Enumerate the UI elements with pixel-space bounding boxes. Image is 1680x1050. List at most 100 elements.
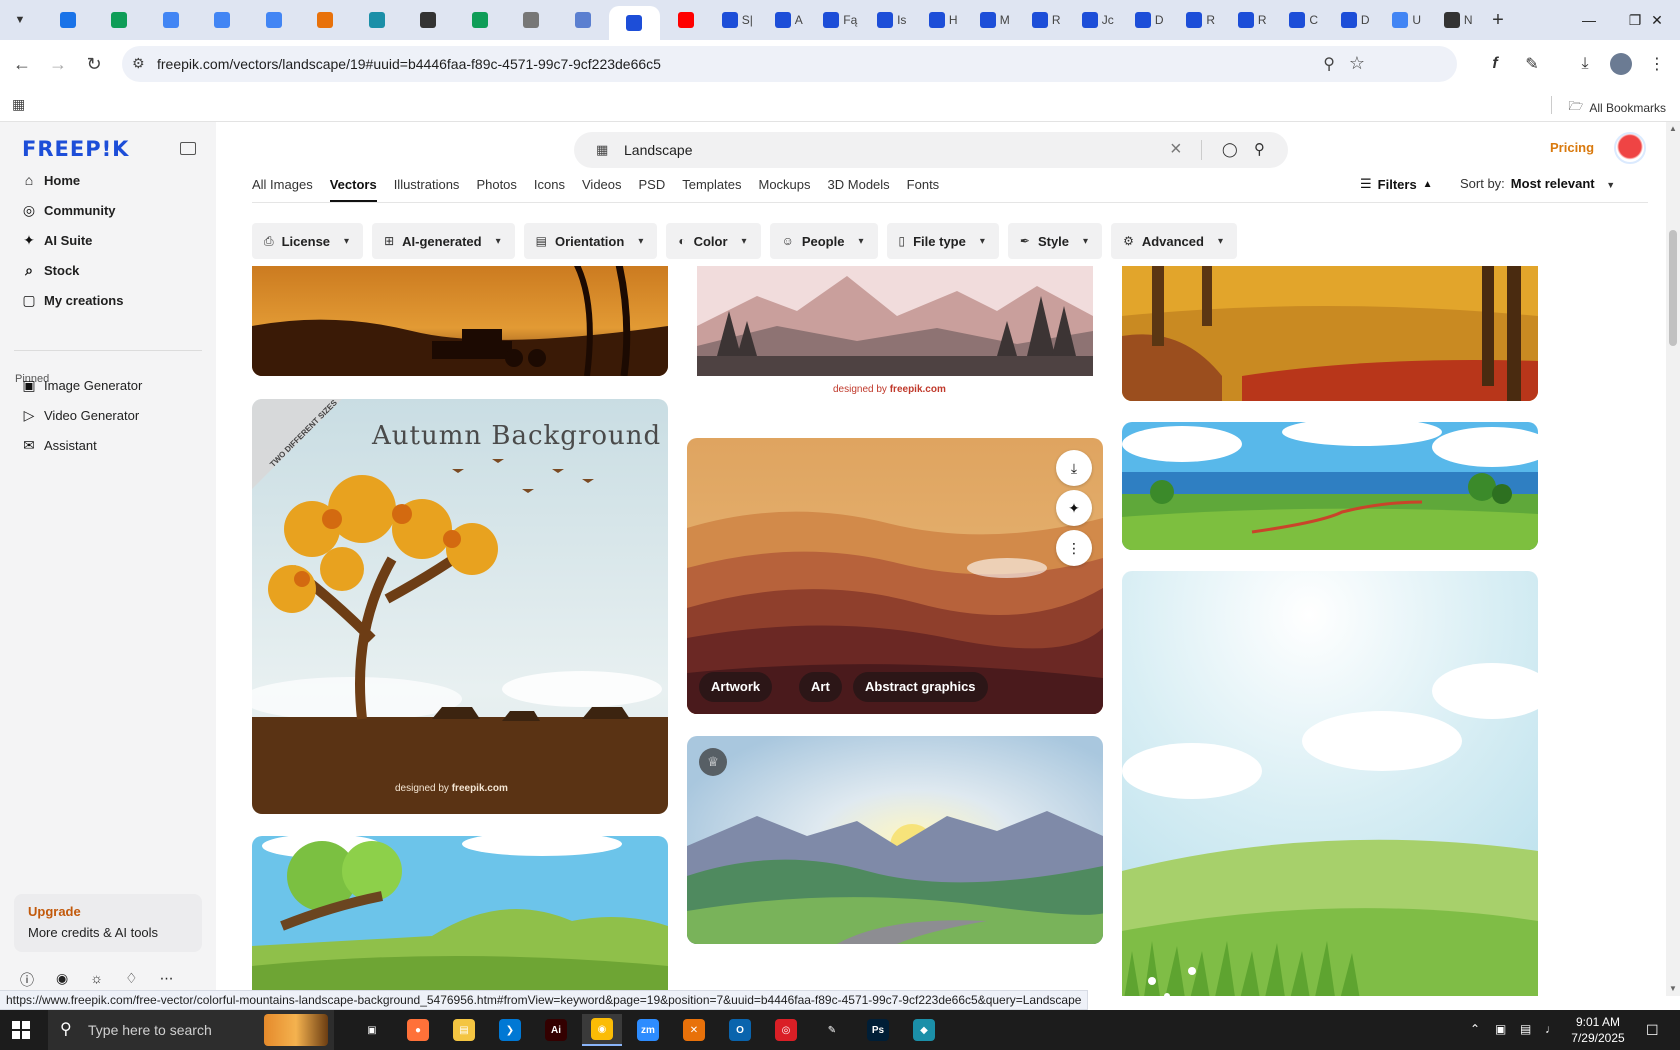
forward-icon[interactable]: →: [46, 52, 70, 76]
result-card-sunny-grass-field[interactable]: [1122, 571, 1538, 996]
illustrator-icon[interactable]: Ai: [536, 1014, 576, 1046]
filter-chip-style[interactable]: ✒ Style ▾: [1007, 223, 1103, 259]
tray-volume-icon[interactable]: ♩: [1545, 1022, 1557, 1036]
browser-tab[interactable]: [145, 6, 197, 34]
clear-search-icon[interactable]: ×: [1170, 138, 1182, 161]
tray-vpn-icon[interactable]: ▣: [1495, 1022, 1506, 1036]
browser-tab[interactable]: D: [1330, 6, 1382, 34]
back-icon[interactable]: ←: [10, 52, 34, 76]
browser-tab[interactable]: [506, 6, 558, 34]
browser-tab[interactable]: C: [1278, 6, 1330, 34]
task-view-icon[interactable]: ▣: [352, 1014, 392, 1046]
result-card-autumn-background[interactable]: Autumn Background TWO DIFFERENT SIZES de…: [252, 399, 668, 814]
browser-tab[interactable]: [197, 6, 249, 34]
minimize-button[interactable]: —: [1566, 0, 1612, 40]
zoom-icon[interactable]: ⚲: [1323, 54, 1335, 74]
sidebar-collapse-icon[interactable]: [180, 142, 196, 155]
tab-videos[interactable]: Videos: [582, 174, 622, 202]
sidebar-item-stock[interactable]: ⌕ Stock: [14, 256, 204, 284]
extension-f-icon[interactable]: f: [1483, 52, 1507, 76]
zoom-icon[interactable]: zm: [628, 1014, 668, 1046]
notifications-bell-icon[interactable]: ♢: [125, 970, 138, 990]
browser-tab[interactable]: [351, 6, 403, 34]
tag-pill[interactable]: Artwork: [699, 672, 773, 702]
profile-icon[interactable]: [1609, 52, 1633, 76]
user-avatar[interactable]: [1614, 132, 1646, 164]
filter-chip-advanced[interactable]: ⚙ Advanced ▾: [1111, 223, 1237, 259]
sidebar-item-video-generator[interactable]: ▷ Video Generator: [14, 401, 204, 429]
tab-templates[interactable]: Templates: [682, 174, 741, 202]
scroll-up-icon[interactable]: ▲: [1669, 124, 1677, 133]
ai-edit-sparkle-icon[interactable]: ✦: [1056, 490, 1092, 526]
browser-tab[interactable]: A: [763, 6, 815, 34]
search-input[interactable]: Landscape: [624, 142, 693, 158]
apps-grid-icon[interactable]: ▦: [12, 96, 25, 113]
help-icon[interactable]: ⓘ: [20, 970, 34, 990]
search-bar[interactable]: ▦ Landscape × ◯ ⚲: [574, 132, 1288, 168]
sidebar-item-home[interactable]: ⌂ Home: [14, 166, 204, 194]
chrome-icon[interactable]: ◉: [582, 1014, 622, 1046]
browser-tab[interactable]: R: [1021, 6, 1073, 34]
discord-icon[interactable]: ◉: [56, 970, 68, 990]
reload-icon[interactable]: ↻: [82, 52, 106, 76]
result-card-colorful-mountains[interactable]: ⤓ ✦ ⋮ Artwork Art Abstract graphics: [687, 438, 1103, 714]
tag-pill[interactable]: Abstract graphics: [853, 672, 988, 702]
search-type-icon[interactable]: ▦: [596, 142, 608, 158]
all-bookmarks-button[interactable]: 🗁 All Bookmarks: [1568, 97, 1666, 118]
bookmark-star-icon[interactable]: ☆: [1349, 53, 1365, 74]
new-tab-plus-icon[interactable]: +: [1484, 6, 1512, 34]
vscode-icon[interactable]: ❯: [490, 1014, 530, 1046]
address-bar[interactable]: ⚙ freepik.com/vectors/landscape/19#uuid=…: [122, 46, 1457, 82]
scroll-thumb[interactable]: [1669, 230, 1677, 346]
result-card-autumn-forest-road[interactable]: [1122, 266, 1538, 401]
freepik-logo[interactable]: FREEP!K: [22, 137, 129, 161]
tab-icons[interactable]: Icons: [534, 174, 565, 202]
notifications-icon[interactable]: ☐: [1646, 1022, 1659, 1039]
sidebar-item-ai-suite[interactable]: ✦ AI Suite: [14, 226, 204, 254]
sidebar-item-my-creations[interactable]: ▢ My creations: [14, 286, 204, 314]
browser-tab[interactable]: R: [1227, 6, 1279, 34]
browser-tab[interactable]: Is: [866, 6, 918, 34]
browser-tab[interactable]: [94, 6, 146, 34]
browser-tab[interactable]: M: [969, 6, 1021, 34]
browser-tab[interactable]: [454, 6, 506, 34]
app-icon[interactable]: ✕: [674, 1014, 714, 1046]
tray-chevron-up-icon[interactable]: ⌃: [1470, 1022, 1480, 1036]
pricing-link[interactable]: Pricing: [1550, 140, 1594, 155]
taskbar-search[interactable]: ⚲ Type here to search: [48, 1010, 334, 1050]
filter-chip-orientation[interactable]: ▤ Orientation ▾: [523, 223, 658, 259]
extensions-puzzle-icon[interactable]: ✎: [1520, 52, 1544, 76]
more-icon[interactable]: ⋯: [160, 970, 174, 990]
sidebar-item-community[interactable]: ◎ Community: [14, 196, 204, 224]
tab-search-chevron-icon[interactable]: ▼: [8, 8, 32, 32]
tab-mockups[interactable]: Mockups: [759, 174, 811, 202]
tab-vectors[interactable]: Vectors: [329, 174, 377, 202]
tab-photos[interactable]: Photos: [476, 174, 516, 202]
filter-chip-ai-generated[interactable]: ⊞ AI-generated ▾: [372, 223, 515, 259]
browser-tab[interactable]: N: [1433, 6, 1485, 34]
scroll-down-icon[interactable]: ▼: [1669, 984, 1677, 993]
tray-network-icon[interactable]: ▤: [1520, 1022, 1531, 1036]
filter-chip-people[interactable]: ☺ People ▾: [769, 223, 878, 259]
more-options-icon[interactable]: ⋮: [1056, 530, 1092, 566]
close-window-button[interactable]: ✕: [1634, 0, 1680, 40]
browser-tab[interactable]: Jc: [1072, 6, 1124, 34]
browser-tab[interactable]: [42, 6, 94, 34]
sort-dropdown[interactable]: Sort by: Most relevant ▼: [1460, 176, 1615, 191]
pen-tool-icon[interactable]: ✎: [812, 1014, 852, 1046]
browser-tab[interactable]: Fą: [815, 6, 867, 34]
browser-tab[interactable]: D: [1124, 6, 1176, 34]
search-icon[interactable]: ⚲: [1254, 140, 1265, 158]
browser-tab[interactable]: R: [1175, 6, 1227, 34]
result-card-green-tree-hills[interactable]: [252, 836, 668, 996]
filter-chip-license[interactable]: ⎙ License ▾: [252, 223, 364, 259]
menu-kebab-icon[interactable]: ⋮: [1645, 52, 1669, 76]
upgrade-card[interactable]: Upgrade More credits & AI tools: [14, 894, 202, 952]
theme-sun-icon[interactable]: ☼: [90, 970, 103, 990]
tab-psd[interactable]: PSD: [639, 174, 666, 202]
tab-all-images[interactable]: All Images: [252, 174, 313, 202]
download-icon[interactable]: ⤓: [1573, 52, 1597, 76]
filter-chip-file-type[interactable]: ▯ File type ▾: [886, 223, 999, 259]
file-explorer-icon[interactable]: ▤: [444, 1014, 484, 1046]
result-card-sunset-ox-cart[interactable]: [252, 266, 668, 376]
